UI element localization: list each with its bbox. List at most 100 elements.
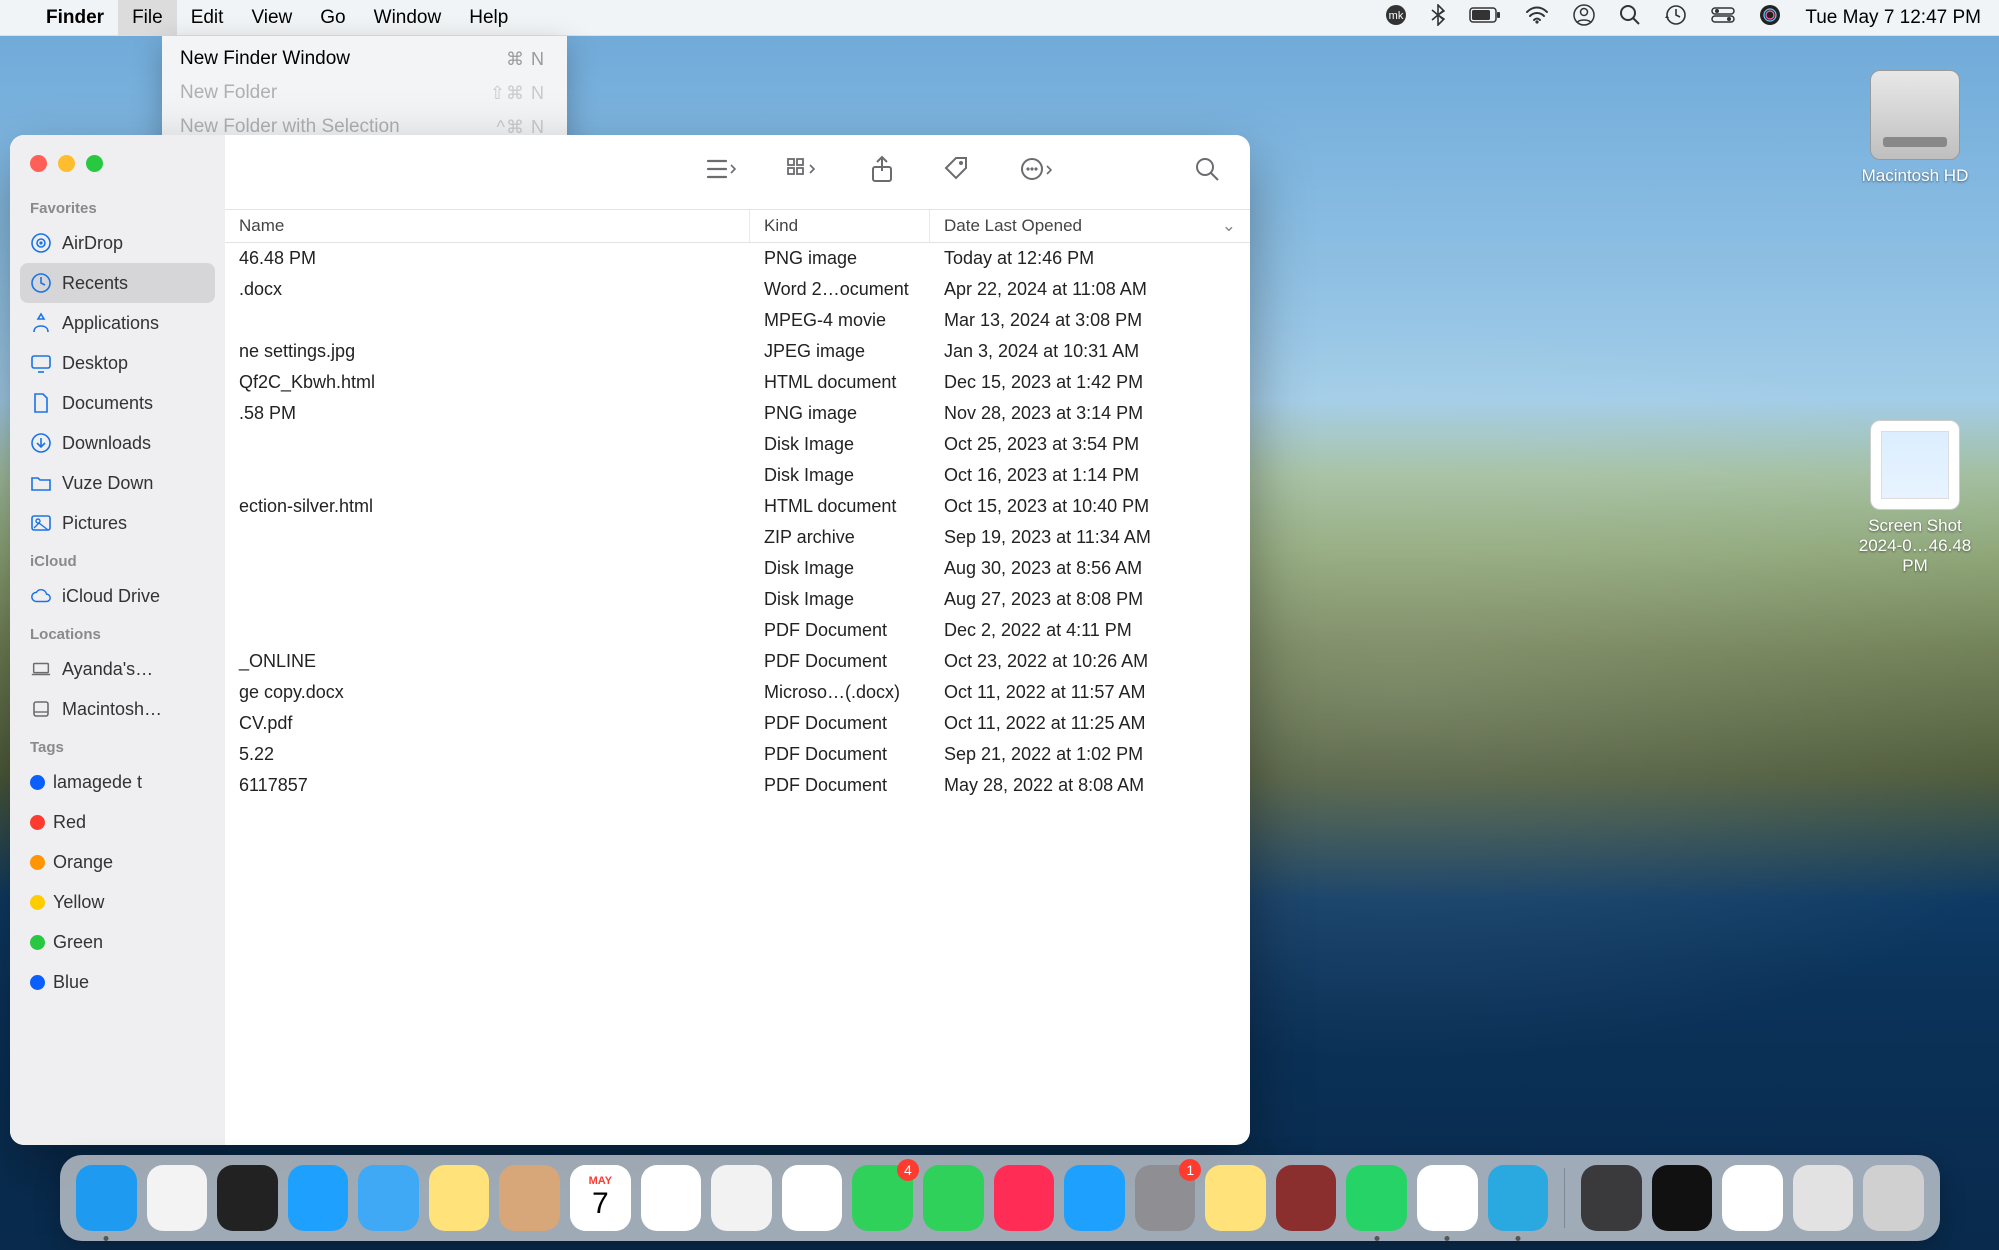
menubar-clock[interactable]: Tue May 7 12:47 PM <box>1805 7 1981 29</box>
menu-item[interactable]: New Finder Window⌘ N <box>162 42 567 76</box>
menu-go[interactable]: Go <box>306 0 359 36</box>
wifi-icon[interactable] <box>1525 6 1549 30</box>
dock-app-finder[interactable] <box>76 1165 137 1231</box>
timemachine-icon[interactable] <box>1665 4 1687 32</box>
sidebar-item-macintosh-[interactable]: Macintosh… <box>20 689 215 729</box>
col-date[interactable]: Date Last Opened ⌄ <box>930 210 1250 242</box>
file-date: Aug 27, 2023 at 8:08 PM <box>930 584 1250 615</box>
sidebar-item-vuze-down[interactable]: Vuze Down <box>20 463 215 503</box>
dock-app-mail[interactable] <box>358 1165 419 1231</box>
file-row[interactable]: Disk Image Aug 27, 2023 at 8:08 PM <box>225 584 1250 615</box>
menu-help[interactable]: Help <box>455 0 522 36</box>
dock-app-activity[interactable] <box>1652 1165 1713 1231</box>
sidebar-item-recents[interactable]: Recents <box>20 263 215 303</box>
file-row[interactable]: MPEG-4 movie Mar 13, 2024 at 3:08 PM <box>225 305 1250 336</box>
file-row[interactable]: ge copy.docx Microso…(.docx) Oct 11, 202… <box>225 677 1250 708</box>
file-row[interactable]: 46.48 PM PNG image Today at 12:46 PM <box>225 243 1250 274</box>
file-row[interactable]: _ONLINE PDF Document Oct 23, 2022 at 10:… <box>225 646 1250 677</box>
dock-app-textedit[interactable] <box>1722 1165 1783 1231</box>
sidebar-tag-green[interactable]: Green <box>20 922 215 962</box>
sidebar-tag-yellow[interactable]: Yellow <box>20 882 215 922</box>
sidebar-tag-red[interactable]: Red <box>20 802 215 842</box>
view-grid-icon[interactable] <box>776 150 830 194</box>
minimize-button[interactable] <box>58 155 75 172</box>
spotlight-icon[interactable] <box>1619 4 1641 32</box>
close-button[interactable] <box>30 155 47 172</box>
more-icon[interactable] <box>1010 150 1064 194</box>
dock-app-chrome[interactable] <box>1417 1165 1478 1231</box>
menu-edit[interactable]: Edit <box>177 0 238 36</box>
file-row[interactable]: .docx Word 2…ocument Apr 22, 2024 at 11:… <box>225 274 1250 305</box>
dock-app-tips[interactable] <box>1205 1165 1266 1231</box>
file-row[interactable]: ne settings.jpg JPEG image Jan 3, 2024 a… <box>225 336 1250 367</box>
dock-app-calculator[interactable] <box>1581 1165 1642 1231</box>
sidebar-item-ayanda-s-[interactable]: Ayanda's… <box>20 649 215 689</box>
sidebar-item-documents[interactable]: Documents <box>20 383 215 423</box>
menu-file[interactable]: File <box>118 0 177 36</box>
col-name[interactable]: Name <box>225 210 750 242</box>
sidebar-item-downloads[interactable]: Downloads <box>20 423 215 463</box>
sidebar-item-pictures[interactable]: Pictures <box>20 503 215 543</box>
file-row[interactable]: Disk Image Aug 30, 2023 at 8:56 AM <box>225 553 1250 584</box>
menu-window[interactable]: Window <box>360 0 456 36</box>
dock-app-whatsapp[interactable] <box>1346 1165 1407 1231</box>
search-icon[interactable] <box>1184 150 1230 195</box>
file-row[interactable]: Qf2C_Kbwh.html HTML document Dec 15, 202… <box>225 367 1250 398</box>
file-date: Sep 21, 2022 at 1:02 PM <box>930 739 1250 770</box>
sidebar-tag-blue[interactable]: Blue <box>20 962 215 1002</box>
desktop-icon-screenshot[interactable]: Screen Shot 2024-0…46.48 PM <box>1855 420 1975 576</box>
sidebar-item-desktop[interactable]: Desktop <box>20 343 215 383</box>
menu-item-label: New Folder <box>180 82 490 104</box>
sidebar-item-airdrop[interactable]: AirDrop <box>20 223 215 263</box>
siri-icon[interactable] <box>1759 4 1781 32</box>
dock-app-appstore[interactable] <box>1064 1165 1125 1231</box>
sidebar-item-icloud-drive[interactable]: iCloud Drive <box>20 576 215 616</box>
control-center-icon[interactable] <box>1711 7 1735 29</box>
file-date: Sep 19, 2023 at 11:34 AM <box>930 522 1250 553</box>
file-row[interactable]: Disk Image Oct 16, 2023 at 1:14 PM <box>225 460 1250 491</box>
file-row[interactable]: 5.22 PDF Document Sep 21, 2022 at 1:02 P… <box>225 739 1250 770</box>
dock-app-contacts[interactable] <box>499 1165 560 1231</box>
dock-app-messages[interactable] <box>923 1165 984 1231</box>
col-kind[interactable]: Kind <box>750 210 930 242</box>
file-row[interactable]: ZIP archive Sep 19, 2023 at 11:34 AM <box>225 522 1250 553</box>
desktop-icon-hd[interactable]: Macintosh HD <box>1855 70 1975 186</box>
dock-app-downloads[interactable] <box>1793 1165 1854 1231</box>
view-list-icon[interactable] <box>696 150 746 194</box>
dock-app-maps[interactable] <box>711 1165 772 1231</box>
file-row[interactable]: Disk Image Oct 25, 2023 at 3:54 PM <box>225 429 1250 460</box>
dock-app-dictionary[interactable] <box>1276 1165 1337 1231</box>
bluetooth-icon[interactable] <box>1431 4 1445 32</box>
dock-app-photos[interactable] <box>782 1165 843 1231</box>
file-row[interactable]: ection-silver.html HTML document Oct 15,… <box>225 491 1250 522</box>
sidebar-tag-orange[interactable]: Orange <box>20 842 215 882</box>
dock-app-facetime[interactable]: 4 <box>852 1165 913 1231</box>
download-icon <box>30 432 52 454</box>
dock-app-settings[interactable]: 1 <box>1135 1165 1196 1231</box>
file-row[interactable]: PDF Document Dec 2, 2022 at 4:11 PM <box>225 615 1250 646</box>
dock-app-notes[interactable] <box>429 1165 490 1231</box>
file-kind: Word 2…ocument <box>750 274 930 305</box>
share-icon[interactable] <box>860 149 904 196</box>
mk-status-icon[interactable]: mk <box>1385 4 1407 32</box>
dock-app-mk-app[interactable] <box>1488 1165 1549 1231</box>
dock-app-calendar[interactable]: MAY7 <box>570 1165 631 1231</box>
battery-icon[interactable] <box>1469 7 1501 29</box>
user-switch-icon[interactable] <box>1573 4 1595 32</box>
file-row[interactable]: CV.pdf PDF Document Oct 11, 2022 at 11:2… <box>225 708 1250 739</box>
file-row[interactable]: .58 PM PNG image Nov 28, 2023 at 3:14 PM <box>225 398 1250 429</box>
dock-app-siri[interactable] <box>217 1165 278 1231</box>
dock-app-music[interactable] <box>994 1165 1055 1231</box>
app-menu[interactable]: Finder <box>32 0 118 36</box>
sidebar-item-applications[interactable]: Applications <box>20 303 215 343</box>
dock-app-trash[interactable] <box>1863 1165 1924 1231</box>
sidebar-tag-lamagede-t[interactable]: lamagede t <box>20 762 215 802</box>
column-headers: Name Kind Date Last Opened ⌄ <box>225 209 1250 243</box>
dock-app-reminders[interactable] <box>641 1165 702 1231</box>
file-row[interactable]: 6117857 PDF Document May 28, 2022 at 8:0… <box>225 770 1250 801</box>
tags-icon[interactable] <box>934 150 980 195</box>
zoom-button[interactable] <box>86 155 103 172</box>
dock-app-safari[interactable] <box>288 1165 349 1231</box>
menu-view[interactable]: View <box>237 0 306 36</box>
dock-app-launchpad[interactable] <box>147 1165 208 1231</box>
